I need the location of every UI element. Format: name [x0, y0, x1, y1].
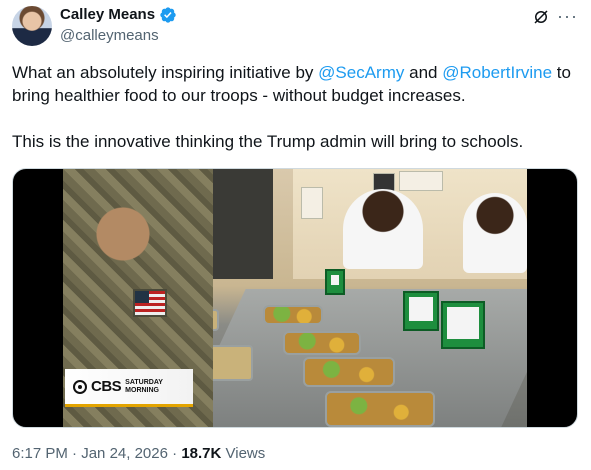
cbs-eye-icon: [73, 379, 87, 394]
tweet-text-segment: and: [404, 63, 443, 82]
food-sign: [325, 269, 345, 295]
author-display-name[interactable]: Calley Means: [60, 6, 155, 24]
author-name-row: Calley Means: [60, 6, 177, 24]
wall-poster: [399, 171, 443, 191]
tweet-paragraph-2: This is the innovative thinking the Trum…: [12, 132, 524, 151]
program-line-1: SATURDAY: [125, 378, 163, 386]
food-tray: [263, 305, 323, 325]
food-tray: [303, 357, 395, 387]
author-handle[interactable]: @calleymeans: [60, 27, 159, 45]
flag-patch: [133, 289, 167, 317]
wall-poster: [301, 187, 323, 219]
program-name: SATURDAY MORNING: [125, 379, 163, 395]
mention-robertirvine-link[interactable]: @RobertIrvine: [442, 63, 552, 82]
meta-separator: ·: [67, 445, 82, 462]
network-logo-text: CBS: [91, 378, 122, 395]
tweet-date[interactable]: Jan 24, 2026: [81, 445, 168, 462]
food-tray: [325, 391, 435, 427]
cbs-saturday-morning-logo: CBS SATURDAY MORNING: [65, 369, 193, 407]
mention-secarmy-link[interactable]: @SecArmy: [318, 63, 404, 82]
views-label: Views: [221, 445, 266, 462]
food-sign: [441, 301, 485, 349]
views-count: 18.7K: [181, 445, 222, 462]
program-line-2: MORNING: [125, 386, 160, 394]
server-person: [343, 189, 423, 269]
tweet-time[interactable]: 6:17 PM: [12, 445, 68, 462]
tweet-paragraph-1: What an absolutely inspiring initiative …: [12, 61, 582, 107]
meta-separator: ·: [167, 445, 182, 462]
avatar[interactable]: [12, 6, 52, 46]
tweet-text: What an absolutely inspiring initiative …: [12, 61, 582, 153]
verified-badge-icon: [160, 7, 176, 23]
grok-icon[interactable]: [532, 8, 550, 26]
tweet-metadata: 6:17 PM · Jan 24, 2026 · 18.7K Views: [12, 445, 265, 463]
tweet-text-segment: What an absolutely inspiring initiative …: [12, 63, 319, 82]
tweet-video[interactable]: CBS SATURDAY MORNING: [12, 168, 578, 428]
more-icon[interactable]: ···: [557, 6, 579, 26]
food-sign: [403, 291, 439, 331]
food-tray: [283, 331, 361, 355]
server-person: [463, 193, 527, 273]
